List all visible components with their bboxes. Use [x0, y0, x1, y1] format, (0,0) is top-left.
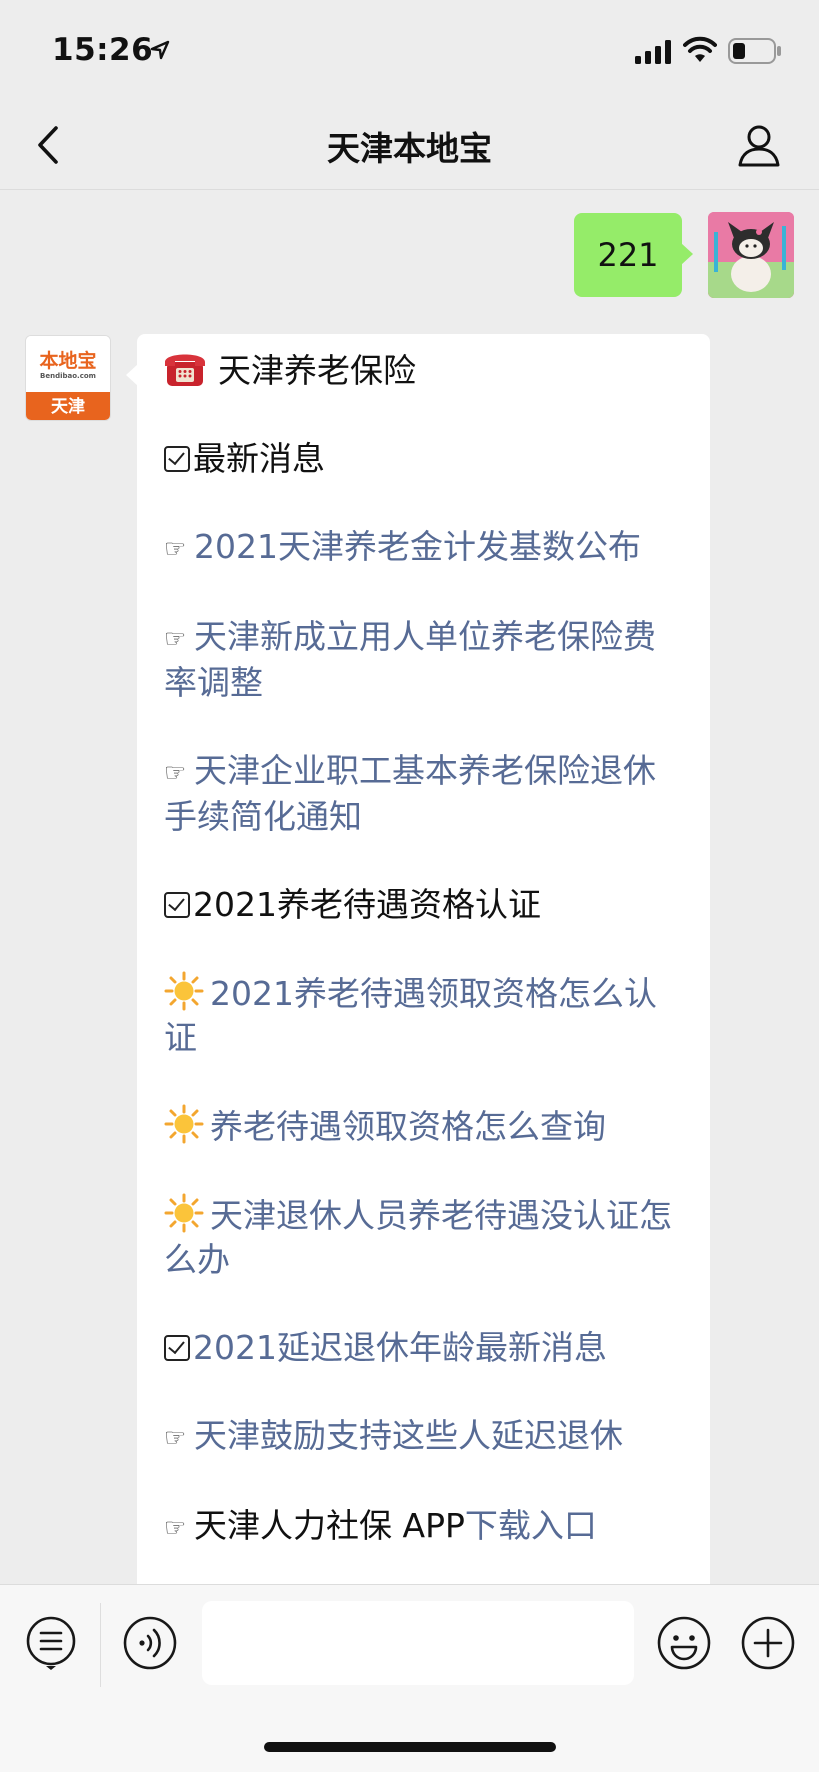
incoming-message-bubble: 天津养老保险 最新消息 ☞ 2021天津养老金计发基数公布 ☞ 天津新成立用人单位养… — [126, 334, 710, 1594]
article-link-text: 2021天津养老金计发基数公布 — [194, 527, 641, 566]
article-link[interactable]: ☞ 2021天津养老金计发基数公布 — [164, 525, 685, 571]
section-heading-certification: 2021养老待遇资格认证 — [164, 883, 685, 927]
avatar-domain-text: Bendibao.com — [40, 372, 96, 380]
sun-icon — [164, 1193, 204, 1233]
article-link-text: 天津鼓励支持这些人延迟退休 — [194, 1416, 623, 1455]
pointing-hand-icon: ☞ — [164, 624, 187, 653]
message-header-text: 天津养老保险 — [218, 351, 416, 390]
sun-icon — [164, 1104, 204, 1144]
person-icon[interactable] — [736, 122, 782, 168]
menu-list-icon[interactable] — [25, 1615, 77, 1671]
article-link-text: 天津企业职工基本养老保险退休手续简化通知 — [164, 751, 656, 836]
pointing-hand-icon: ☞ — [164, 534, 187, 563]
page-title: 天津本地宝 — [327, 129, 492, 168]
article-link-text: 天津退休人员养老待遇没认证怎么办 — [164, 1196, 672, 1279]
official-account-avatar[interactable]: 本地宝 Bendibao.com 天津 — [25, 335, 111, 421]
article-link[interactable]: ☞ 天津企业职工基本养老保险退休手续简化通知 — [164, 749, 685, 839]
sun-icon — [164, 971, 204, 1011]
app-name-text: 天津人力社保 APP — [194, 1506, 465, 1545]
article-link[interactable]: 2021养老待遇领取资格怎么认证 — [164, 971, 685, 1060]
section-heading-latest: 最新消息 — [164, 437, 685, 481]
article-link[interactable]: 养老待遇领取资格怎么查询 — [164, 1104, 685, 1149]
download-link[interactable]: 下载入口 — [465, 1506, 597, 1545]
outgoing-message-text: 221 — [597, 236, 659, 274]
section-link-retirement-age[interactable]: 2021延迟退休年龄最新消息 — [164, 1326, 685, 1370]
section-heading-text: 2021养老待遇资格认证 — [193, 885, 541, 924]
chat-screen: 15:26 天津本地宝 221 本地宝 Bendibao.com 天津 天津养老… — [0, 0, 819, 1772]
article-link-text: 养老待遇领取资格怎么查询 — [210, 1107, 606, 1146]
emoji-icon[interactable] — [656, 1615, 712, 1671]
pointing-hand-icon: ☞ — [164, 1423, 187, 1452]
nav-bar: 天津本地宝 — [0, 100, 819, 190]
section-heading-text: 最新消息 — [193, 439, 325, 478]
avatar-brand-text: 本地宝 — [39, 350, 97, 372]
message-header: 天津养老保险 — [164, 348, 685, 393]
status-bar: 15:26 — [0, 0, 819, 100]
checkbox-icon — [164, 1335, 190, 1361]
battery-icon — [728, 38, 781, 64]
checkbox-icon — [164, 446, 190, 472]
input-bar-divider — [100, 1603, 101, 1687]
article-link-text: 2021延迟退休年龄最新消息 — [193, 1328, 607, 1367]
message-input[interactable] — [202, 1601, 634, 1685]
checkbox-icon — [164, 892, 190, 918]
pointing-hand-icon: ☞ — [164, 1513, 187, 1542]
outgoing-message-bubble[interactable]: 221 — [574, 213, 693, 297]
signal-icon — [635, 40, 671, 64]
article-link-text: 2021养老待遇领取资格怎么认证 — [164, 974, 657, 1057]
telephone-icon — [165, 354, 205, 386]
app-download-line: ☞ 天津人力社保 APP下载入口 — [164, 1504, 685, 1550]
user-avatar[interactable] — [708, 212, 794, 298]
wifi-icon — [683, 36, 717, 62]
article-link[interactable]: 天津退休人员养老待遇没认证怎么办 — [164, 1193, 685, 1282]
pointing-hand-icon: ☞ — [164, 758, 187, 787]
voice-icon[interactable] — [122, 1615, 178, 1671]
plus-icon[interactable] — [740, 1615, 796, 1671]
article-link-text: 天津新成立用人单位养老保险费率调整 — [164, 617, 656, 702]
home-indicator[interactable] — [264, 1742, 556, 1752]
article-link[interactable]: ☞ 天津新成立用人单位养老保险费率调整 — [164, 615, 685, 705]
article-link[interactable]: ☞ 天津鼓励支持这些人延迟退休 — [164, 1414, 685, 1460]
status-time: 15:26 — [52, 32, 154, 68]
avatar-city-text: 天津 — [26, 392, 110, 420]
avatar-logo-top: 本地宝 Bendibao.com — [26, 336, 110, 392]
location-arrow-icon — [150, 40, 170, 60]
